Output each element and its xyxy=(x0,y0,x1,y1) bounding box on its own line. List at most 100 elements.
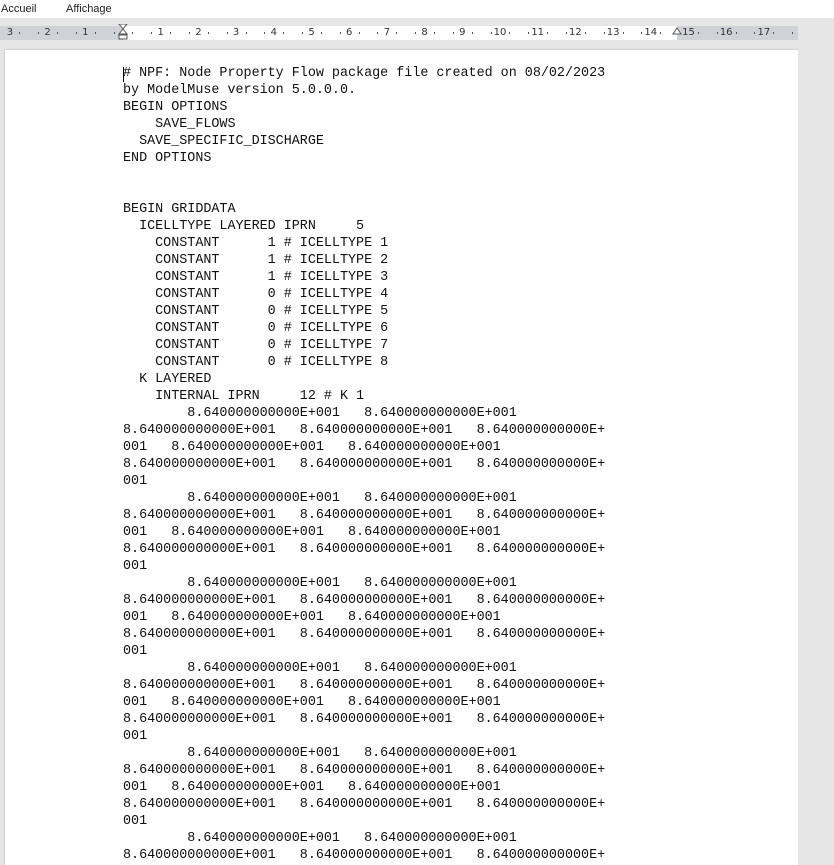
document-line: CONSTANT 1 # ICELLTYPE 1 xyxy=(123,236,389,251)
ruler-dot xyxy=(226,32,228,34)
horizontal-ruler[interactable]: 3 2 1 1 2 3 4 5 6 7 8 9 10 11 12 13 14 15 16 17 xyxy=(0,22,834,42)
right-gutter xyxy=(798,42,834,865)
document-line: 001 xyxy=(123,474,148,489)
ruler-dot xyxy=(264,32,266,34)
ruler-dot xyxy=(660,32,662,34)
document-line: INTERNAL IPRN 12 # K 1 xyxy=(123,389,365,404)
document-line: 8.640000000000E+001 8.640000000000E+001 xyxy=(123,576,517,591)
ruler-dot xyxy=(584,32,586,34)
document-line: 8.640000000000E+001 8.640000000000E+001 … xyxy=(123,593,606,608)
ruler-dot xyxy=(75,32,77,34)
document-line: 001 xyxy=(123,644,148,659)
document-line: 001 8.640000000000E+001 8.640000000000E+… xyxy=(123,610,501,625)
document-line: 8.640000000000E+001 8.640000000000E+001 xyxy=(123,831,517,846)
ruler-tick-label: 13 xyxy=(606,27,620,38)
ruler-dot xyxy=(358,32,360,34)
document-line: 8.640000000000E+001 8.640000000000E+001 … xyxy=(123,542,606,557)
document-line: 001 8.640000000000E+001 8.640000000000E+… xyxy=(123,525,501,540)
ruler-dot xyxy=(452,32,454,34)
ruler-dot xyxy=(170,32,172,34)
ruler-tick-label: 12 xyxy=(569,27,582,38)
ruler-tick-label: 15 xyxy=(682,27,695,38)
ruler-dot xyxy=(415,32,417,34)
document-line: ICELLTYPE LAYERED IPRN 5 xyxy=(123,219,365,234)
ruler-tick-label: 7 xyxy=(383,27,391,38)
document-line: 8.640000000000E+001 8.640000000000E+001 … xyxy=(123,763,606,778)
document-line: CONSTANT 1 # ICELLTYPE 2 xyxy=(123,253,389,268)
document-line: BEGIN OPTIONS xyxy=(123,100,228,115)
document-line: CONSTANT 0 # ICELLTYPE 6 xyxy=(123,321,389,336)
ruler-dot xyxy=(207,32,209,34)
document-line: 8.640000000000E+001 8.640000000000E+001 xyxy=(123,661,517,676)
document-line: 8.640000000000E+001 8.640000000000E+001 … xyxy=(123,457,606,472)
document-line: CONSTANT 1 # ICELLTYPE 3 xyxy=(123,270,389,285)
document-line: 001 xyxy=(123,729,148,744)
document-line: # NPF: Node Property Flow package file c… xyxy=(123,66,606,81)
document-line: CONSTANT 0 # ICELLTYPE 8 xyxy=(123,355,389,370)
document-line: 8.640000000000E+001 8.640000000000E+001 xyxy=(123,746,517,761)
document-line: 8.640000000000E+001 8.640000000000E+001 … xyxy=(123,508,606,523)
ruler-tick-label: 9 xyxy=(459,27,466,38)
document-line: 8.640000000000E+001 8.640000000000E+001 xyxy=(123,406,517,421)
ruler-tick-label: 4 xyxy=(270,27,277,38)
document-line: CONSTANT 0 # ICELLTYPE 7 xyxy=(123,338,389,353)
ruler-dot xyxy=(471,32,473,34)
ruler-dot xyxy=(245,32,247,34)
document-line: 8.640000000000E+001 8.640000000000E+001 … xyxy=(123,797,606,812)
document-line: 8.640000000000E+001 8.640000000000E+001 … xyxy=(123,627,606,642)
ruler-tick-label: 16 xyxy=(719,27,733,38)
document-line: 001 8.640000000000E+001 8.640000000000E+… xyxy=(123,695,501,710)
ruler-dot xyxy=(565,32,567,34)
document-line: 001 xyxy=(123,814,148,829)
document-line: CONSTANT 0 # ICELLTYPE 5 xyxy=(123,304,389,319)
ruler-dot xyxy=(773,32,775,34)
ruler-dot xyxy=(509,32,511,34)
ruler-dot xyxy=(754,32,756,34)
ruler-tick-label: 2 xyxy=(195,27,202,38)
ruler-dot xyxy=(396,32,398,34)
left-indent-marker-icon[interactable] xyxy=(118,24,128,40)
ruler-dot xyxy=(528,32,530,34)
ruler-tick-label: 3 xyxy=(6,27,14,38)
document-line: 8.640000000000E+001 8.640000000000E+001 … xyxy=(123,423,606,438)
ruler-dot xyxy=(57,32,59,34)
ruler-dot xyxy=(434,32,436,34)
ruler-right-margin xyxy=(677,26,798,40)
ruler-dot xyxy=(38,32,40,34)
document-line: 8.640000000000E+001 8.640000000000E+001 … xyxy=(123,678,606,693)
ruler-dot xyxy=(603,32,605,34)
document-line: 8.640000000000E+001 8.640000000000E+001 … xyxy=(123,712,606,727)
ruler-dot xyxy=(547,32,549,34)
ruler-dot xyxy=(19,32,21,34)
document-line: 001 8.640000000000E+001 8.640000000000E+… xyxy=(123,780,501,795)
tab-affichage[interactable]: Affichage xyxy=(66,2,112,16)
document-line: BEGIN GRIDDATA xyxy=(123,202,236,217)
document-line: by ModelMuse version 5.0.0.0. xyxy=(123,83,357,98)
ruler-dot xyxy=(320,32,322,34)
document-line: 001 xyxy=(123,559,148,574)
menu-bar: Accueil Affichage xyxy=(0,0,834,18)
ruler-tick-label: 2 xyxy=(44,27,51,38)
ruler-dot xyxy=(302,32,304,34)
ruler-dot xyxy=(377,32,379,34)
ruler-dot xyxy=(151,32,153,34)
ruler-tick-label: 6 xyxy=(346,27,353,38)
ruler-tick-label: 10 xyxy=(493,27,507,38)
document-text[interactable]: # NPF: Node Property Flow package file c… xyxy=(123,65,663,864)
document-line: SAVE_FLOWS xyxy=(123,117,236,132)
document-line: CONSTANT 0 # ICELLTYPE 4 xyxy=(123,287,389,302)
ruler-tick-label: 17 xyxy=(757,27,771,38)
document-page[interactable]: # NPF: Node Property Flow package file c… xyxy=(5,50,798,865)
ruler-tick-label: 14 xyxy=(644,27,658,38)
ruler-dot xyxy=(697,32,699,34)
document-line: K LAYERED xyxy=(123,372,212,387)
document-line: 8.640000000000E+001 8.640000000000E+001 xyxy=(123,491,517,506)
right-indent-marker-icon[interactable] xyxy=(672,24,682,40)
ruler-dot xyxy=(113,32,115,34)
ruler-dot xyxy=(622,32,624,34)
ruler-dot xyxy=(283,32,285,34)
ruler-dot xyxy=(792,32,794,34)
tab-accueil[interactable]: Accueil xyxy=(1,2,36,16)
ruler-dot xyxy=(641,32,643,34)
ruler-dot xyxy=(716,32,718,34)
